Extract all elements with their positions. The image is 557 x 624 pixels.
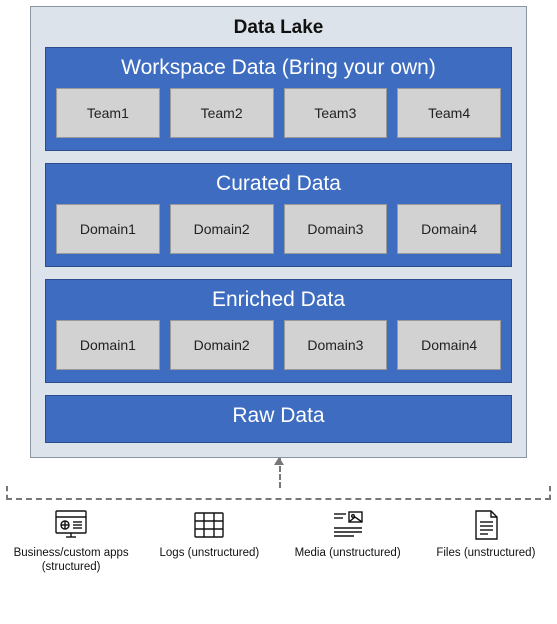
domain-box: Domain4 — [397, 204, 501, 254]
zone-workspace: Workspace Data (Bring your own) Team1 Te… — [45, 47, 512, 151]
domain-box: Domain4 — [397, 320, 501, 370]
domain-box: Domain3 — [284, 204, 388, 254]
zone-title: Enriched Data — [56, 288, 501, 312]
team-box: Team4 — [397, 88, 501, 138]
team-box: Team1 — [56, 88, 160, 138]
zone-enriched: Enriched Data Domain1 Domain2 Domain3 Do… — [45, 279, 512, 383]
domain-box: Domain2 — [170, 204, 274, 254]
zone-boxes: Domain1 Domain2 Domain3 Domain4 — [56, 320, 501, 370]
zone-boxes: Domain1 Domain2 Domain3 Domain4 — [56, 204, 501, 254]
source-files: Files (unstructured) — [421, 508, 551, 575]
source-media: Media (unstructured) — [283, 508, 413, 575]
zone-raw: Raw Data — [45, 395, 512, 443]
logs-icon — [189, 508, 229, 542]
zone-boxes: Team1 Team2 Team3 Team4 — [56, 88, 501, 138]
source-apps: Business/custom apps (structured) — [6, 508, 136, 575]
sources-bracket — [6, 486, 551, 500]
apps-icon — [51, 508, 91, 542]
source-label: Business/custom apps (structured) — [6, 546, 136, 575]
domain-box: Domain1 — [56, 204, 160, 254]
source-label: Files (unstructured) — [436, 546, 535, 560]
media-icon — [328, 508, 368, 542]
arrow-line — [279, 458, 281, 488]
team-box: Team2 — [170, 88, 274, 138]
zone-title: Raw Data — [56, 404, 501, 428]
source-label: Logs (unstructured) — [160, 546, 260, 560]
zone-title: Curated Data — [56, 172, 501, 196]
domain-box: Domain1 — [56, 320, 160, 370]
data-lake-title: Data Lake — [45, 17, 512, 39]
data-lake-container: Data Lake Workspace Data (Bring your own… — [30, 6, 527, 458]
domain-box: Domain3 — [284, 320, 388, 370]
source-label: Media (unstructured) — [295, 546, 401, 560]
team-box: Team3 — [284, 88, 388, 138]
source-logs: Logs (unstructured) — [144, 508, 274, 575]
files-icon — [466, 508, 506, 542]
zone-curated: Curated Data Domain1 Domain2 Domain3 Dom… — [45, 163, 512, 267]
zone-title: Workspace Data (Bring your own) — [56, 56, 501, 80]
sources-row: Business/custom apps (structured) Logs (… — [6, 508, 551, 575]
flow-arrow — [30, 458, 527, 488]
domain-box: Domain2 — [170, 320, 274, 370]
